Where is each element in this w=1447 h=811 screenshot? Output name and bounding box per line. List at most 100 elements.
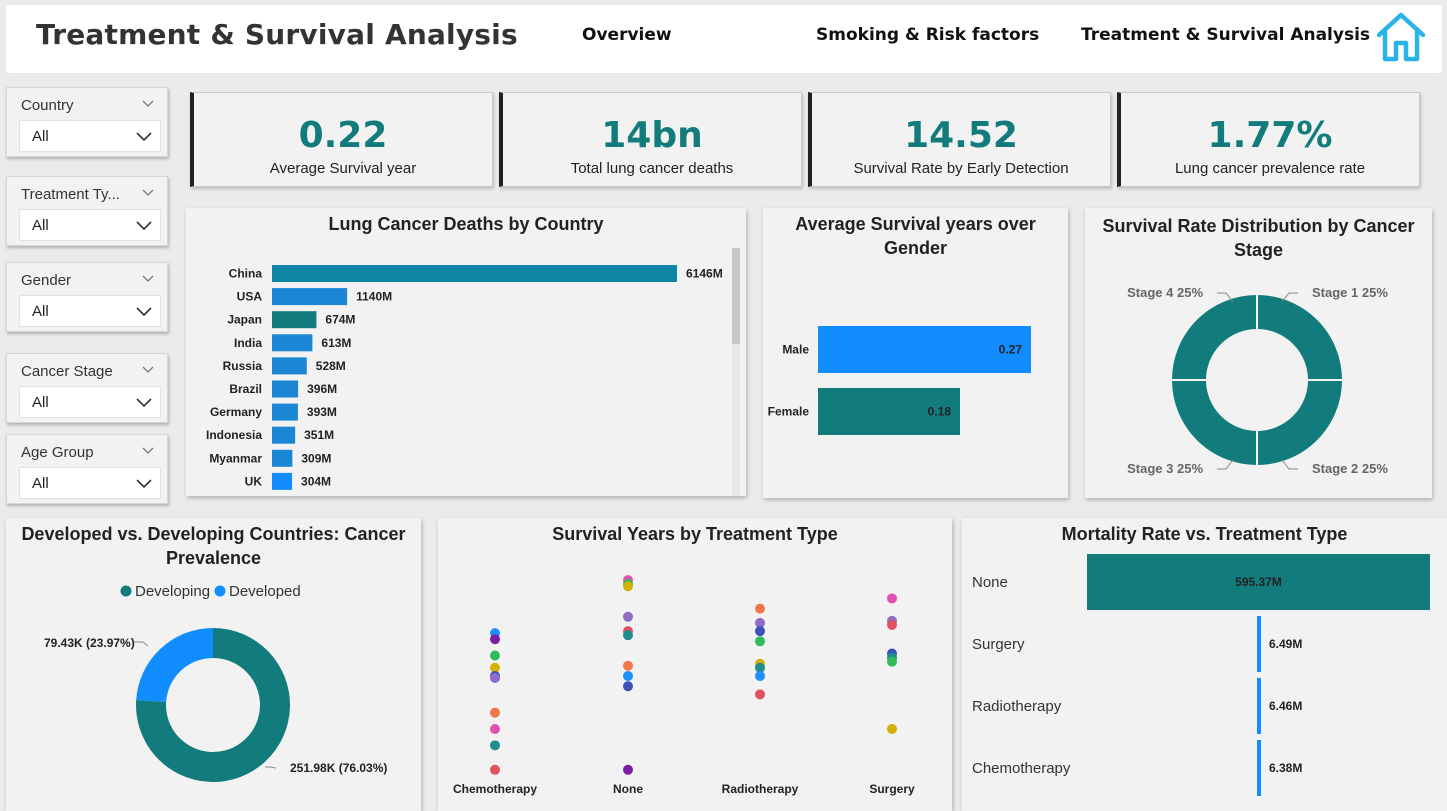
- scatter-point: [623, 681, 633, 692]
- chevron-down-icon[interactable]: [141, 362, 155, 376]
- cancer-stage-dropdown[interactable]: All: [19, 386, 161, 418]
- data-label: 6.38M: [1269, 761, 1302, 775]
- stage-donut-chart: Stage 1 25% Stage 2 25% Stage 3 25% Stage 4…: [1127, 285, 1388, 476]
- donut-slice: [136, 628, 213, 702]
- chart-developed-vs-developing: Developed vs. Developing Countries: Canc…: [6, 518, 421, 811]
- treatment-label: Surgery: [972, 636, 1025, 653]
- chevron-down-icon: [136, 479, 152, 489]
- chevron-down-icon[interactable]: [141, 96, 155, 110]
- chart-survival-by-stage: Survival Rate Distribution by Cancer Sta…: [1085, 208, 1432, 498]
- chart-deaths-by-country: Lung Cancer Deaths by Country China 6146M…: [186, 208, 746, 496]
- bar: [272, 357, 307, 375]
- kpi-early-detection: 14.52 Survival Rate by Early Detection: [808, 92, 1111, 187]
- treatment-scatter-chart: Chemotherapy None Radiotherapy Surgery: [453, 575, 915, 796]
- chart-survival-by-treatment: Survival Years by Treatment Type Chemoth…: [438, 518, 952, 811]
- data-label: 1140M: [356, 290, 392, 304]
- data-label: 396M: [307, 382, 337, 396]
- country-dropdown[interactable]: All: [19, 120, 161, 152]
- category-label: Surgery: [869, 782, 915, 796]
- scatter-point: [623, 581, 633, 592]
- chevron-down-icon: [136, 307, 152, 317]
- chevron-down-icon[interactable]: [141, 443, 155, 457]
- country-label: Myanmar: [209, 451, 262, 465]
- dropdown-value: All: [32, 128, 49, 145]
- nav-smoking-risk-factors[interactable]: Smoking & Risk factors: [816, 25, 1039, 45]
- kpi-total-deaths: 14bn Total lung cancer deaths: [499, 92, 802, 187]
- category-label: Chemotherapy: [453, 782, 537, 796]
- slicer-title: Cancer Stage: [21, 363, 113, 380]
- bar: [272, 449, 293, 467]
- slicer-cancer-stage: Cancer Stage All: [6, 353, 168, 423]
- treatment-type-dropdown[interactable]: All: [19, 209, 161, 241]
- donut-slice: [1256, 379, 1345, 468]
- kpi-value: 14.52: [904, 115, 1018, 156]
- gender-label: Female: [768, 405, 810, 419]
- scatter-point: [490, 707, 500, 718]
- age-group-dropdown[interactable]: All: [19, 467, 161, 499]
- chevron-down-icon[interactable]: [141, 185, 155, 199]
- scrollbar-thumb[interactable]: [732, 248, 740, 344]
- scatter-point: [887, 724, 897, 734]
- treatment-label: None: [972, 574, 1008, 591]
- data-label: 674M: [325, 313, 355, 327]
- data-label: 0.18: [928, 405, 952, 419]
- gender-dropdown[interactable]: All: [19, 295, 161, 327]
- bar: [272, 403, 298, 421]
- page-title: Treatment & Survival Analysis: [36, 18, 518, 51]
- country-label: Brazil: [229, 382, 262, 396]
- dropdown-value: All: [32, 217, 49, 234]
- country-label: UK: [245, 474, 263, 488]
- bar: [1257, 740, 1261, 796]
- legend-label: Developed: [229, 583, 301, 600]
- bar: [1257, 616, 1261, 672]
- slice-label: Stage 3 25%: [1127, 461, 1203, 476]
- data-label: 393M: [307, 405, 337, 419]
- data-label: 613M: [321, 336, 351, 350]
- slicer-title: Age Group: [21, 444, 94, 461]
- dropdown-value: All: [32, 303, 49, 320]
- kpi-prevalence-rate: 1.77% Lung cancer prevalence rate: [1117, 92, 1420, 187]
- scatter-point: [623, 764, 633, 775]
- slicer-title: Gender: [21, 272, 72, 289]
- country-label: India: [234, 336, 262, 350]
- slice-label: 251.98K (76.03%): [290, 761, 387, 775]
- country-label: China: [229, 267, 263, 281]
- scatter-point: [755, 603, 765, 614]
- slicer-treatment-type: Treatment Ty... All: [6, 176, 168, 246]
- kpi-average-survival: 0.22 Average Survival year: [190, 92, 493, 187]
- category-label: Radiotherapy: [722, 782, 799, 796]
- data-label: 6146M: [686, 267, 723, 281]
- kpi-value: 0.22: [298, 115, 388, 156]
- country-label: Japan: [227, 313, 262, 327]
- treatment-label: Radiotherapy: [972, 698, 1062, 715]
- donut-slice: [1256, 292, 1345, 381]
- legend-marker: [120, 585, 132, 597]
- chevron-down-icon: [136, 132, 152, 142]
- scatter-point: [490, 724, 500, 734]
- scatter-point: [755, 689, 765, 700]
- kpi-value: 14bn: [601, 115, 703, 156]
- country-label: Germany: [210, 405, 262, 419]
- data-label: 528M: [316, 359, 346, 373]
- slice-label: 79.43K (23.97%): [44, 636, 135, 650]
- nav-overview[interactable]: Overview: [582, 25, 672, 45]
- scatter-point: [490, 740, 500, 751]
- data-label: 304M: [301, 474, 331, 488]
- chevron-down-icon[interactable]: [141, 271, 155, 285]
- slice-label: Stage 4 25%: [1127, 285, 1203, 300]
- chevron-down-icon: [136, 398, 152, 408]
- data-label: 595.37M: [1235, 575, 1282, 589]
- kpi-label: Survival Rate by Early Detection: [853, 160, 1069, 177]
- treatment-label: Chemotherapy: [972, 760, 1071, 777]
- data-label: 351M: [304, 428, 334, 442]
- bar: [272, 334, 313, 352]
- home-icon[interactable]: [1374, 10, 1428, 64]
- country-label: USA: [237, 290, 263, 304]
- slicer-title: Treatment Ty...: [21, 186, 120, 203]
- scatter-point: [623, 660, 633, 671]
- kpi-label: Lung cancer prevalence rate: [1174, 160, 1366, 177]
- chart-survival-by-gender: Average Survival years over Gender Male 0…: [763, 208, 1068, 498]
- nav-treatment-survival[interactable]: Treatment & Survival Analysis: [1081, 25, 1370, 45]
- slicer-gender: Gender All: [6, 262, 168, 332]
- scatter-point: [490, 650, 500, 661]
